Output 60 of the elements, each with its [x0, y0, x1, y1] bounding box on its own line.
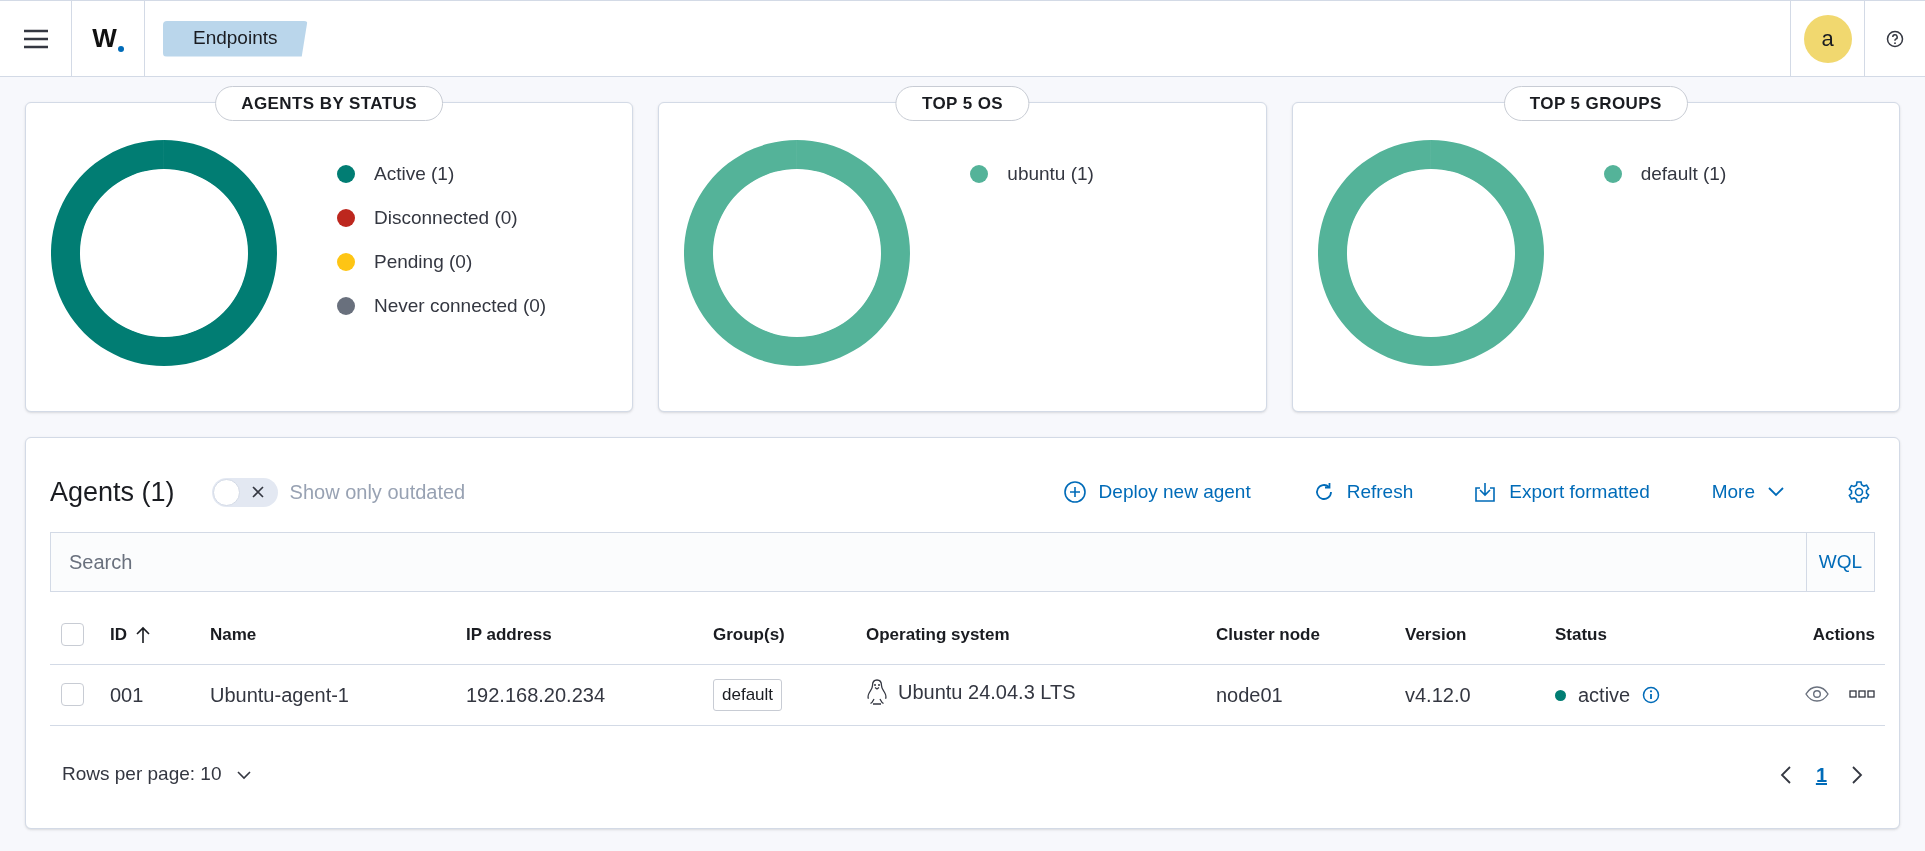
info-icon[interactable] — [1642, 686, 1661, 705]
column-header[interactable]: Operating system — [866, 622, 1010, 648]
download-tray-icon — [1473, 480, 1498, 504]
column-header[interactable]: Version — [1405, 622, 1467, 648]
toolbar-button[interactable]: Deploy new agent — [1062, 477, 1251, 507]
menu-icon — [22, 28, 49, 49]
column-header[interactable]: Actions — [1812, 622, 1875, 648]
legend-label: Disconnected (0) — [374, 205, 518, 230]
column-header[interactable]: IP address — [466, 622, 552, 648]
card-title: AGENTS BY STATUS — [215, 86, 444, 121]
chevron-left-icon — [1779, 764, 1792, 785]
dots-icon — [1849, 689, 1875, 698]
chevron-down-icon — [1767, 486, 1785, 498]
gear-icon — [1847, 480, 1871, 504]
panel-title: Agents (1) — [50, 475, 175, 509]
eye-icon — [1805, 685, 1829, 702]
query-language-button[interactable]: WQL — [1805, 533, 1874, 591]
legend-label: Pending (0) — [374, 249, 473, 274]
help-icon — [1886, 29, 1904, 48]
card-title: TOP 5 GROUPS — [1503, 86, 1688, 121]
legend-label: Never connected (0) — [374, 293, 547, 318]
logo[interactable]: W — [92, 19, 124, 58]
legend-label: ubuntu (1) — [1007, 161, 1094, 186]
chevron-right-icon — [1851, 764, 1863, 785]
user-avatar[interactable]: a — [1803, 14, 1852, 63]
breadcrumb[interactable]: Endpoints — [163, 20, 308, 57]
group-tag: default — [713, 679, 783, 711]
arrow-up-icon — [135, 625, 151, 644]
page-button[interactable]: 1 — [1815, 759, 1827, 790]
more-actions-button[interactable] — [1849, 689, 1875, 698]
chevron-down-icon — [235, 769, 252, 780]
column-header[interactable]: ID — [110, 622, 127, 648]
toolbar-button[interactable]: Refresh — [1312, 477, 1414, 507]
legend-label: default (1) — [1640, 161, 1727, 186]
column-header[interactable]: Status — [1555, 622, 1607, 648]
search-field[interactable]: Search WQL — [50, 532, 1875, 592]
table-cell: Ubuntu-agent-1 — [210, 683, 349, 706]
rows-per-page-button[interactable]: Rows per page: 10 — [62, 760, 252, 789]
checkbox[interactable] — [61, 623, 84, 647]
table-cell-text: Ubuntu 24.04.3 LTS — [898, 679, 1076, 705]
table-cell-text: active — [1578, 683, 1631, 709]
cross-icon — [249, 484, 266, 500]
legend-label: Active (1) — [374, 161, 455, 186]
table-cell: node01 — [1216, 683, 1283, 706]
table-cell: v4.12.0 — [1405, 683, 1471, 706]
next-page-button[interactable] — [1851, 764, 1863, 785]
column-header[interactable]: Group(s) — [713, 622, 785, 648]
column-header[interactable]: Cluster node — [1216, 622, 1320, 648]
checkbox[interactable] — [61, 683, 84, 706]
previous-page-button[interactable] — [1779, 764, 1792, 785]
settings-button[interactable] — [1847, 480, 1871, 504]
toolbar-button[interactable]: More — [1711, 477, 1785, 507]
table-cell: 001 — [110, 683, 144, 706]
toolbar-button[interactable]: Export formatted — [1473, 477, 1650, 507]
table-cell: 192.168.20.234 — [466, 683, 606, 706]
column-header[interactable]: Name — [210, 622, 257, 648]
view-button[interactable] — [1805, 685, 1829, 702]
card-title: TOP 5 OS — [895, 86, 1030, 121]
penguin-icon — [866, 678, 888, 705]
plus-in-circle-icon — [1062, 480, 1087, 504]
